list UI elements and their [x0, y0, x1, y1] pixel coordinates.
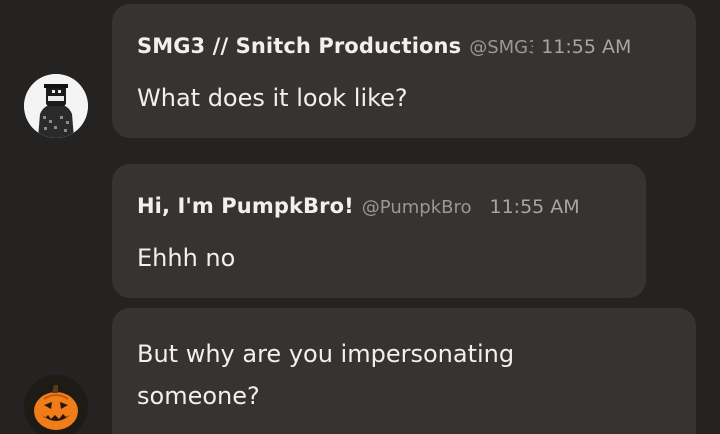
- message-timestamp: 11:55 AM: [541, 36, 632, 58]
- message-header: Hi, I'm PumpkBro! @PumpkBro 11:55 AM: [137, 194, 580, 218]
- author-handle[interactable]: @PumpkBro: [362, 197, 472, 218]
- jack-o-lantern-icon: [24, 375, 88, 434]
- user-avatar-pumpkbro[interactable]: [24, 375, 88, 434]
- message-header: SMG3 // Snitch Productions @SMG3 11:55 A…: [137, 34, 631, 58]
- message-bubble[interactable]: Hi, I'm PumpkBro! @PumpkBro 11:55 AM Ehh…: [112, 164, 646, 298]
- message-text: Ehhh no: [137, 244, 236, 272]
- message-bubble[interactable]: But why are you impersonating someone?: [112, 308, 696, 434]
- message-text: What does it look like?: [137, 84, 408, 112]
- author-handle[interactable]: @SMG3: [469, 37, 533, 58]
- user-avatar-smg3[interactable]: [24, 74, 88, 138]
- message-text: But why are you impersonating someone?: [137, 340, 515, 410]
- message-timestamp: 11:55 AM: [489, 196, 580, 218]
- author-name[interactable]: SMG3 // Snitch Productions: [137, 34, 461, 58]
- hooded-character-icon: [24, 74, 88, 138]
- chat-thread: SMG3 // Snitch Productions @SMG3 11:55 A…: [0, 0, 720, 434]
- message-bubble[interactable]: SMG3 // Snitch Productions @SMG3 11:55 A…: [112, 4, 696, 138]
- author-name[interactable]: Hi, I'm PumpkBro!: [137, 194, 354, 218]
